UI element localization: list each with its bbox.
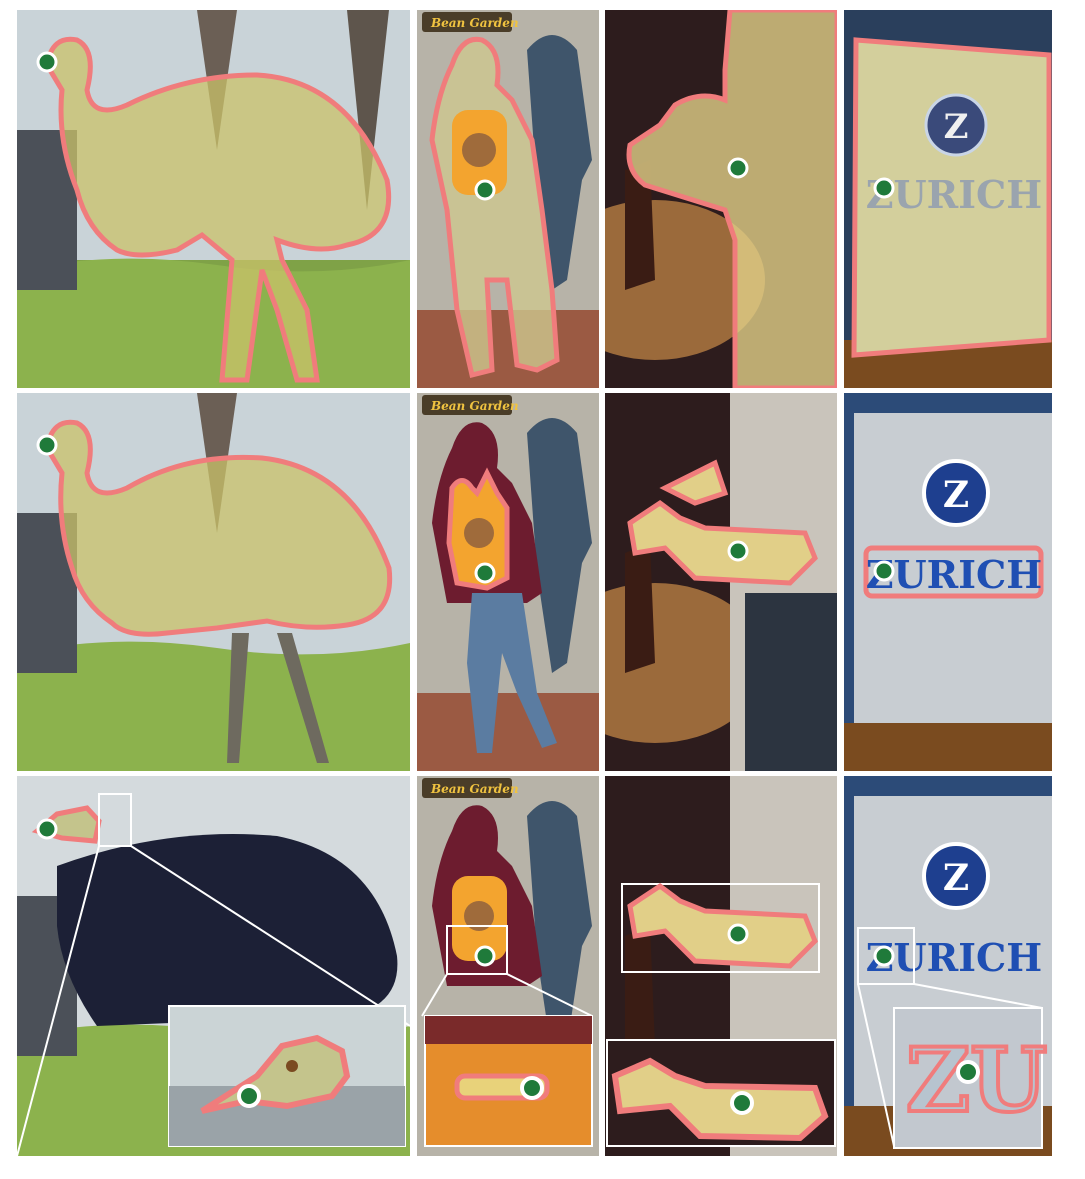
cafe-sign-text: Bean Garden xyxy=(430,782,519,796)
click-point xyxy=(727,540,749,562)
cafe-sign-text: Bean Garden xyxy=(430,16,519,30)
click-point xyxy=(873,945,895,967)
arm-zoom-inset xyxy=(606,1039,836,1147)
panel-emu-head-mask xyxy=(17,776,410,1156)
click-point xyxy=(956,1060,980,1084)
click-point xyxy=(730,1091,754,1115)
logo-letter: Z xyxy=(943,857,969,899)
company-name: ZURICH xyxy=(866,172,1042,217)
click-point xyxy=(520,1076,544,1100)
panel-arm-full-mask xyxy=(605,10,837,388)
letter-zoom-inset: ZU xyxy=(893,1007,1049,1149)
click-point xyxy=(36,434,58,456)
click-point xyxy=(36,51,58,73)
segmentation-figure: Bean Garden Z ZURICH Bean Garden Z ZURIC… xyxy=(0,0,1085,1179)
panel-sign-letter-mask: Z ZURICH ZU xyxy=(844,776,1052,1156)
panel-emu-full-mask xyxy=(17,10,410,388)
click-point xyxy=(474,562,496,584)
click-point xyxy=(474,179,496,201)
click-point xyxy=(873,177,895,199)
emu-head-zoom-inset xyxy=(168,1005,406,1147)
panel-person-backpack-mask: Bean Garden xyxy=(417,393,599,771)
panel-sign-text-mask: Z ZURICH xyxy=(844,393,1052,771)
logo-letter: Z xyxy=(943,474,969,516)
panel-person-zipper-mask: Bean Garden xyxy=(417,776,599,1156)
click-point xyxy=(873,560,895,582)
logo-letter: Z xyxy=(944,107,969,147)
panel-arm-forearm-mask xyxy=(605,393,837,771)
click-point xyxy=(474,945,496,967)
panel-arm-sleeve-mask xyxy=(605,776,837,1156)
click-point xyxy=(36,818,58,840)
panel-sign-full-mask: Z ZURICH xyxy=(844,10,1052,388)
panel-person-full-mask: Bean Garden xyxy=(417,10,599,388)
zipper-zoom-inset xyxy=(424,1015,593,1147)
click-point xyxy=(237,1084,261,1108)
click-point xyxy=(727,157,749,179)
panel-emu-body-mask xyxy=(17,393,410,771)
click-point xyxy=(727,923,749,945)
cafe-sign-text: Bean Garden xyxy=(430,399,519,413)
